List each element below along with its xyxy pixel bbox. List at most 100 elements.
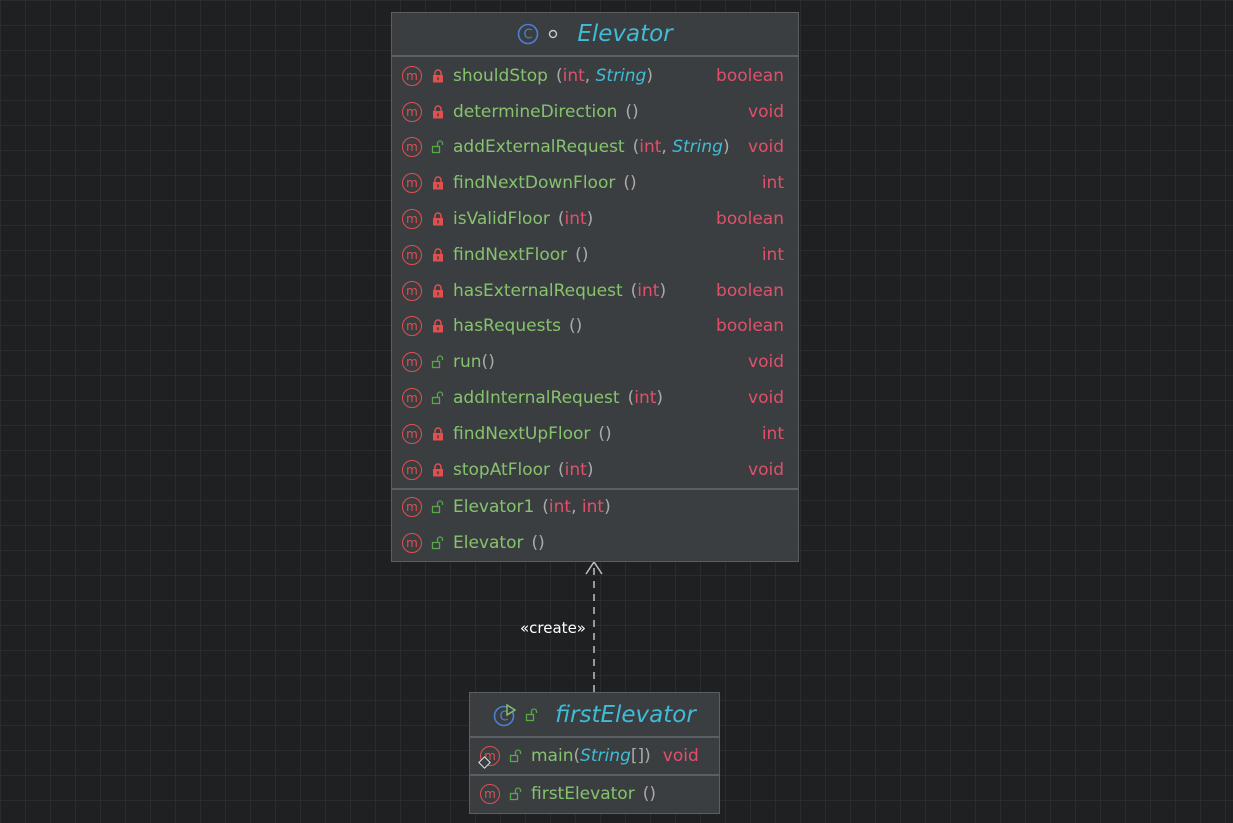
paren-close: ) (644, 745, 651, 766)
method-icon: m (402, 280, 422, 301)
paren-close: ) (581, 244, 589, 265)
paren-close: ) (575, 316, 583, 337)
member-params: (int, int) (542, 497, 610, 517)
member-params: (int, String) (633, 137, 730, 157)
method-icon: m (402, 352, 422, 373)
first-elevator-class-box[interactable]: C firstElevator m main (String[]) void m fir… (469, 692, 720, 814)
member-row[interactable]: m stopAtFloor (int) void (392, 452, 798, 488)
paren-close: ) (629, 173, 637, 194)
paren-close: ) (488, 352, 495, 373)
public-unlock-icon (509, 748, 523, 764)
return-type: int (761, 423, 784, 444)
member-row[interactable]: m hasExternalRequest (int) boolean (392, 273, 798, 309)
param-type: int (634, 388, 657, 409)
package-private-icon (549, 29, 558, 39)
private-lock-icon (431, 462, 445, 478)
return-type: void (748, 101, 784, 122)
param-type: int (548, 497, 572, 518)
param-type: int (564, 209, 587, 230)
member-row[interactable]: m shouldStop (int, String) boolean (392, 58, 798, 94)
member-name: stopAtFloor (453, 459, 551, 480)
member-row[interactable]: m determineDirection () void (392, 94, 798, 130)
param-type: int (581, 497, 605, 518)
paren-close: ) (632, 101, 639, 122)
member-row[interactable]: m addExternalRequest (int, String) void (392, 130, 798, 166)
member-params: () (643, 784, 656, 804)
member-row[interactable]: m firstElevator () (470, 776, 719, 812)
paren-open: ( (568, 316, 576, 337)
member-row[interactable]: m main (String[]) void (470, 738, 719, 774)
elevator-methods-list: m shouldStop (int, String) boolean m determin… (392, 57, 798, 488)
member-name: findNextFloor (453, 244, 568, 265)
member-name: Elevator1 (453, 497, 535, 518)
first-elevator-class-header: C firstElevator (470, 693, 719, 738)
member-params: () (569, 316, 582, 336)
elevator-class-box[interactable]: C Elevator m shouldStop (int, String) boole… (391, 12, 799, 562)
first-elevator-methods-list: m main (String[]) void (470, 738, 719, 774)
param-type: int (637, 280, 660, 301)
member-row[interactable]: m isValidFloor (int) boolean (392, 201, 798, 237)
paren-close: ) (538, 533, 545, 554)
member-params: () (531, 533, 544, 553)
member-params: (int) (628, 388, 663, 408)
member-params: () (482, 352, 495, 372)
private-lock-icon (431, 426, 445, 442)
member-params: (int) (558, 460, 593, 480)
first-elevator-class-name: firstElevator (555, 701, 696, 728)
method-icon: m (402, 209, 422, 230)
member-row[interactable]: m findNextDownFloor () int (392, 165, 798, 201)
return-type: void (662, 745, 699, 766)
member-row[interactable]: m Elevator () (392, 525, 798, 561)
member-row[interactable]: m Elevator1 (int, int) (392, 490, 798, 526)
method-icon: m (402, 173, 422, 194)
member-params: () (575, 245, 588, 265)
member-name: findNextDownFloor (453, 173, 616, 194)
return-type: void (748, 352, 784, 373)
public-icon (526, 707, 538, 721)
return-type: void (748, 388, 784, 409)
param-type: String (595, 65, 647, 86)
member-params: () (623, 173, 636, 193)
paren-open: ( (575, 244, 582, 265)
public-unlock-icon (431, 499, 445, 515)
member-row[interactable]: m findNextUpFloor () int (392, 416, 798, 452)
private-lock-icon (431, 68, 445, 84)
class-icon: C (518, 23, 539, 45)
member-row[interactable]: m findNextFloor () int (392, 237, 798, 273)
method-icon: m (402, 137, 422, 158)
public-unlock-icon (431, 354, 445, 370)
paren-open: ( (542, 497, 549, 518)
member-params: (int) (631, 281, 666, 301)
runnable-class-icon: C (493, 703, 517, 726)
member-name: Elevator (453, 533, 524, 554)
param-separator: , (571, 497, 582, 518)
paren-open: ( (623, 173, 630, 194)
paren-close: ) (646, 65, 653, 86)
return-type: int (761, 244, 784, 265)
paren-close: ) (604, 497, 611, 518)
paren-close: ) (586, 459, 594, 480)
member-name: hasRequests (453, 316, 561, 337)
member-name: findNextUpFloor (453, 423, 591, 444)
return-type: boolean (716, 65, 784, 86)
public-unlock-icon (431, 139, 445, 155)
public-unlock-icon (431, 535, 445, 551)
param-separator: , (661, 137, 673, 158)
paren-close: ) (722, 137, 730, 158)
svg-text:C: C (524, 28, 533, 43)
method-icon: m (402, 65, 422, 86)
return-type: void (748, 459, 784, 480)
method-icon: m (402, 459, 422, 480)
member-params: (int) (558, 209, 593, 229)
paren-close: ) (605, 423, 612, 444)
param-type: int (639, 137, 662, 158)
member-row[interactable]: m addInternalRequest (int) void (392, 380, 798, 416)
method-icon: m (402, 101, 422, 122)
member-row[interactable]: m run() void (392, 344, 798, 380)
member-params: () (598, 424, 611, 444)
member-name: firstElevator (531, 783, 635, 804)
return-type: boolean (716, 280, 784, 301)
method-icon: m (402, 388, 422, 409)
array-brackets: [] (630, 745, 645, 766)
member-row[interactable]: m hasRequests () boolean (392, 309, 798, 345)
